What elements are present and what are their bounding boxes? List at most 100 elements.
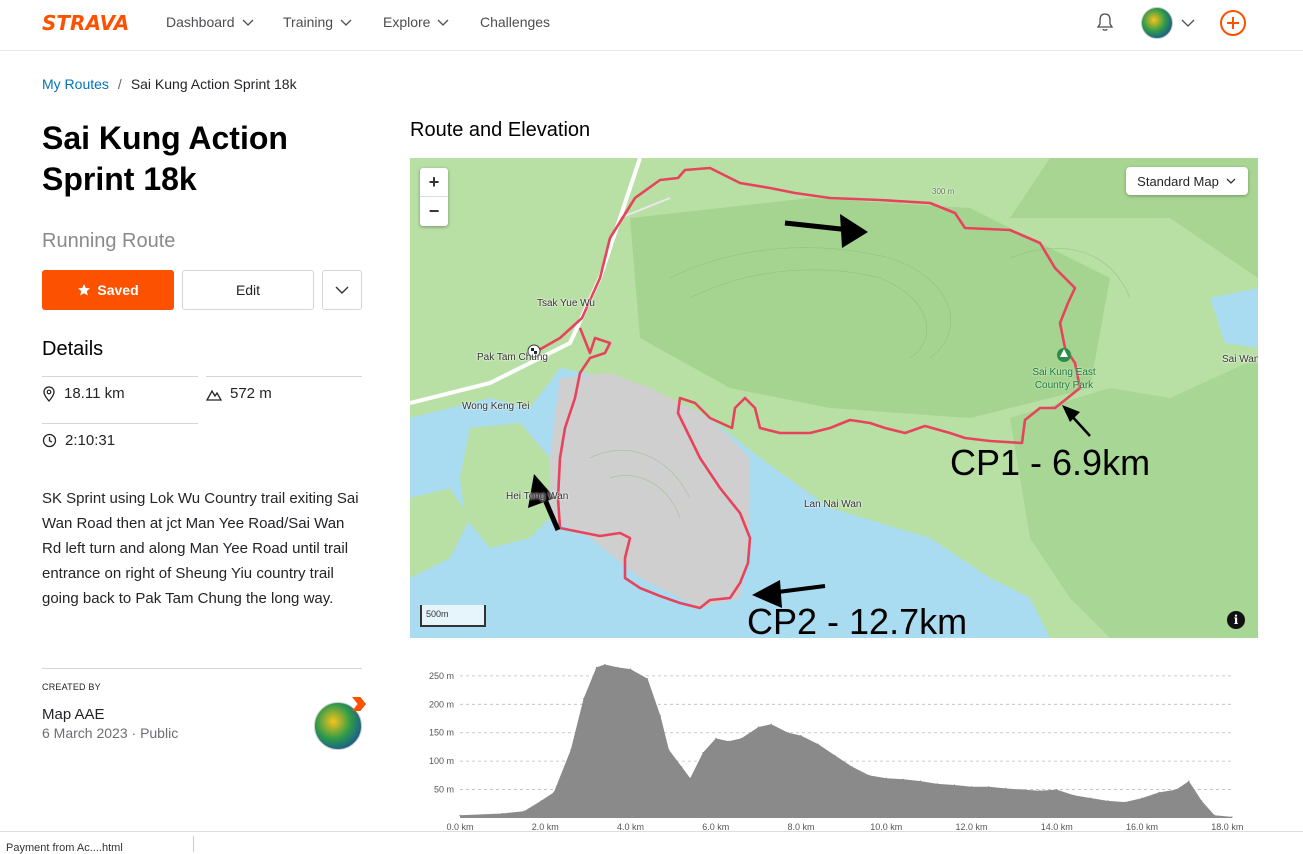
place-label: Wong Keng Tei xyxy=(462,401,530,412)
route-type: Running Route xyxy=(42,230,176,252)
elevation-point xyxy=(1231,816,1233,818)
nav-training-label: Training xyxy=(283,14,334,30)
nav-explore[interactable]: Explore xyxy=(383,14,450,30)
elevation-point xyxy=(902,778,904,780)
elevation-point xyxy=(936,783,939,785)
zoom-out-button[interactable]: − xyxy=(420,197,448,226)
nav-challenges[interactable]: Challenges xyxy=(480,14,550,30)
place-label: Sai Wan xyxy=(1222,354,1258,365)
elevation-point xyxy=(604,663,606,666)
elevation-point xyxy=(1213,814,1216,816)
divider xyxy=(206,376,362,377)
divider xyxy=(42,668,362,669)
place-label: Lan Nai Wan xyxy=(804,499,862,510)
elevation-point xyxy=(970,786,973,788)
elevation-value: 572 m xyxy=(230,385,272,402)
elevation-point xyxy=(740,737,742,739)
download-item[interactable]: Payment from Ac....html xyxy=(6,842,123,854)
elevation-point xyxy=(1090,797,1092,799)
info-icon[interactable]: i xyxy=(1227,611,1245,629)
map-scale: 500m xyxy=(420,605,486,627)
map-type-select[interactable]: Standard Map xyxy=(1126,167,1248,195)
elevation-point xyxy=(757,726,759,728)
elevation-point xyxy=(583,698,585,700)
elevation-point xyxy=(459,814,461,816)
edit-button[interactable]: Edit xyxy=(182,270,314,310)
route-elevation-heading: Route and Elevation xyxy=(410,119,591,141)
created-date: 6 March 2023 xyxy=(42,725,128,741)
elevation-point xyxy=(540,800,542,802)
route-map[interactable]: Tsak Yue Wu Pak Tam Chung Wong Keng Tei … xyxy=(410,158,1258,638)
elevation-point xyxy=(523,810,525,812)
breadcrumb-current: Sai Kung Action Sprint 18k xyxy=(130,76,297,92)
elevation-point xyxy=(553,791,555,793)
details-heading: Details xyxy=(42,338,104,360)
elevation-point xyxy=(595,666,597,668)
star-icon xyxy=(78,284,91,296)
more-options-button[interactable] xyxy=(322,270,362,310)
breadcrumb-separator: / xyxy=(117,76,122,92)
elevation-point xyxy=(1188,780,1190,782)
elevation-point xyxy=(702,752,704,754)
elevation-point xyxy=(1201,800,1203,802)
elevation-point xyxy=(681,766,683,768)
bell-icon[interactable] xyxy=(1094,11,1116,33)
elevation-point xyxy=(617,666,619,668)
nav-dashboard-label: Dashboard xyxy=(166,14,235,30)
elevation-point xyxy=(1056,789,1058,791)
elevation-chart[interactable]: 50 m100 m150 m200 m250 m0.0 km 2.0 km 4.0 … xyxy=(410,648,1258,833)
y-tick-label: 200 m xyxy=(429,699,454,709)
mountain-icon xyxy=(206,389,222,401)
elevation-point xyxy=(1039,790,1041,792)
y-tick-label: 150 m xyxy=(429,728,454,738)
elevation-point xyxy=(647,678,649,680)
elevation-point xyxy=(919,780,921,782)
elevation-point xyxy=(502,812,504,815)
elevation-point xyxy=(689,777,691,779)
divider xyxy=(42,423,198,424)
chevron-down-icon xyxy=(438,19,449,26)
page-title: Sai Kung Action Sprint 18k xyxy=(42,120,288,197)
stat-distance: 18.11 km xyxy=(42,385,125,402)
elevation-point xyxy=(1124,801,1126,803)
elevation-point xyxy=(988,786,990,788)
elevation-point xyxy=(800,735,802,737)
stat-time: 2:10:31 xyxy=(42,432,115,449)
elevation-point xyxy=(1175,789,1177,791)
created-meta: 6 March 2023 · Public xyxy=(42,725,179,741)
elevation-point xyxy=(787,732,789,734)
chevron-down-icon xyxy=(335,286,349,294)
saved-button[interactable]: Saved xyxy=(42,270,174,310)
elevation-point xyxy=(668,749,670,751)
elevation-point xyxy=(1005,787,1007,789)
elevation-area xyxy=(460,664,1232,818)
location-pin-icon xyxy=(43,385,55,402)
creator-name[interactable]: Map AAE xyxy=(42,706,105,723)
nav-challenges-label: Challenges xyxy=(480,14,551,30)
elevation-point xyxy=(1158,791,1160,793)
breadcrumb-my-routes[interactable]: My Routes xyxy=(42,76,109,92)
strava-logo[interactable]: STRAVA xyxy=(42,11,129,35)
time-value: 2:10:31 xyxy=(65,432,116,449)
nav-training[interactable]: Training xyxy=(283,14,353,30)
create-plus-icon[interactable] xyxy=(1220,10,1246,36)
breadcrumb: My Routes / Sai Kung Action Sprint 18k xyxy=(42,76,297,92)
map-type-label: Standard Map xyxy=(1137,173,1219,189)
elevation-point xyxy=(728,740,730,742)
place-label: Pak Tam Chung xyxy=(477,352,548,363)
zoom-controls: + − xyxy=(420,168,448,226)
elevation-point xyxy=(629,668,632,670)
user-avatar[interactable] xyxy=(1141,7,1173,39)
y-tick-label: 50 m xyxy=(434,785,454,795)
zoom-in-button[interactable]: + xyxy=(420,168,448,197)
contour-label: 300 m xyxy=(932,187,955,196)
chevron-down-icon xyxy=(1226,178,1236,184)
elevation-point xyxy=(1141,797,1143,799)
elevation-point xyxy=(885,777,887,779)
chevron-down-icon[interactable] xyxy=(1180,15,1196,31)
cp2-annotation: CP2 - 12.7km xyxy=(747,601,968,638)
nav-dashboard[interactable]: Dashboard xyxy=(166,14,255,30)
created-by-label: CREATED BY xyxy=(42,682,101,692)
park-label: Sai Kung East Country Park xyxy=(1032,367,1096,391)
cp1-annotation: CP1 - 6.9km xyxy=(950,442,1151,483)
